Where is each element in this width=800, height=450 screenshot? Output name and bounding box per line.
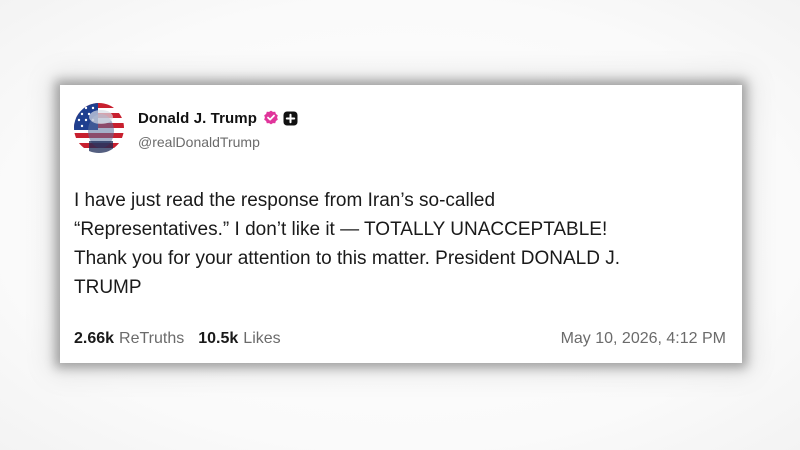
post-body-line: TRUMP	[74, 277, 142, 298]
retruths-label: ReTruths	[119, 330, 185, 347]
verified-check-icon	[263, 110, 279, 126]
likes-count: 10.5k	[198, 330, 239, 347]
post-card: Donald J. Trump @realDonaldTrump I have …	[60, 85, 742, 363]
post-timestamp[interactable]: May 10, 2026, 4:12 PM	[561, 330, 726, 348]
plus-badge-icon	[283, 111, 298, 126]
avatar-image	[74, 103, 124, 153]
post-body-line: Thank you for your attention to this mat…	[74, 248, 620, 269]
post-footer: 2.66k ReTruths 10.5k Likes May 10, 2026,…	[74, 328, 726, 350]
retruths-stat[interactable]: 2.66k ReTruths	[74, 330, 184, 348]
post-body-line: “Representatives.” I don’t like it — TOT…	[74, 219, 608, 240]
post-body: I have just read the response from Iran’…	[74, 186, 734, 302]
likes-stat[interactable]: 10.5k Likes	[198, 330, 280, 348]
screenshot-stage: Donald J. Trump @realDonaldTrump I have …	[0, 0, 800, 450]
post-body-line: I have just read the response from Iran’…	[74, 190, 496, 211]
display-name[interactable]: Donald J. Trump	[138, 110, 257, 127]
user-handle[interactable]: @realDonaldTrump	[138, 134, 260, 150]
retruths-count: 2.66k	[74, 330, 115, 347]
author-line: Donald J. Trump	[138, 108, 298, 128]
avatar[interactable]	[74, 103, 124, 153]
likes-label: Likes	[243, 330, 281, 347]
